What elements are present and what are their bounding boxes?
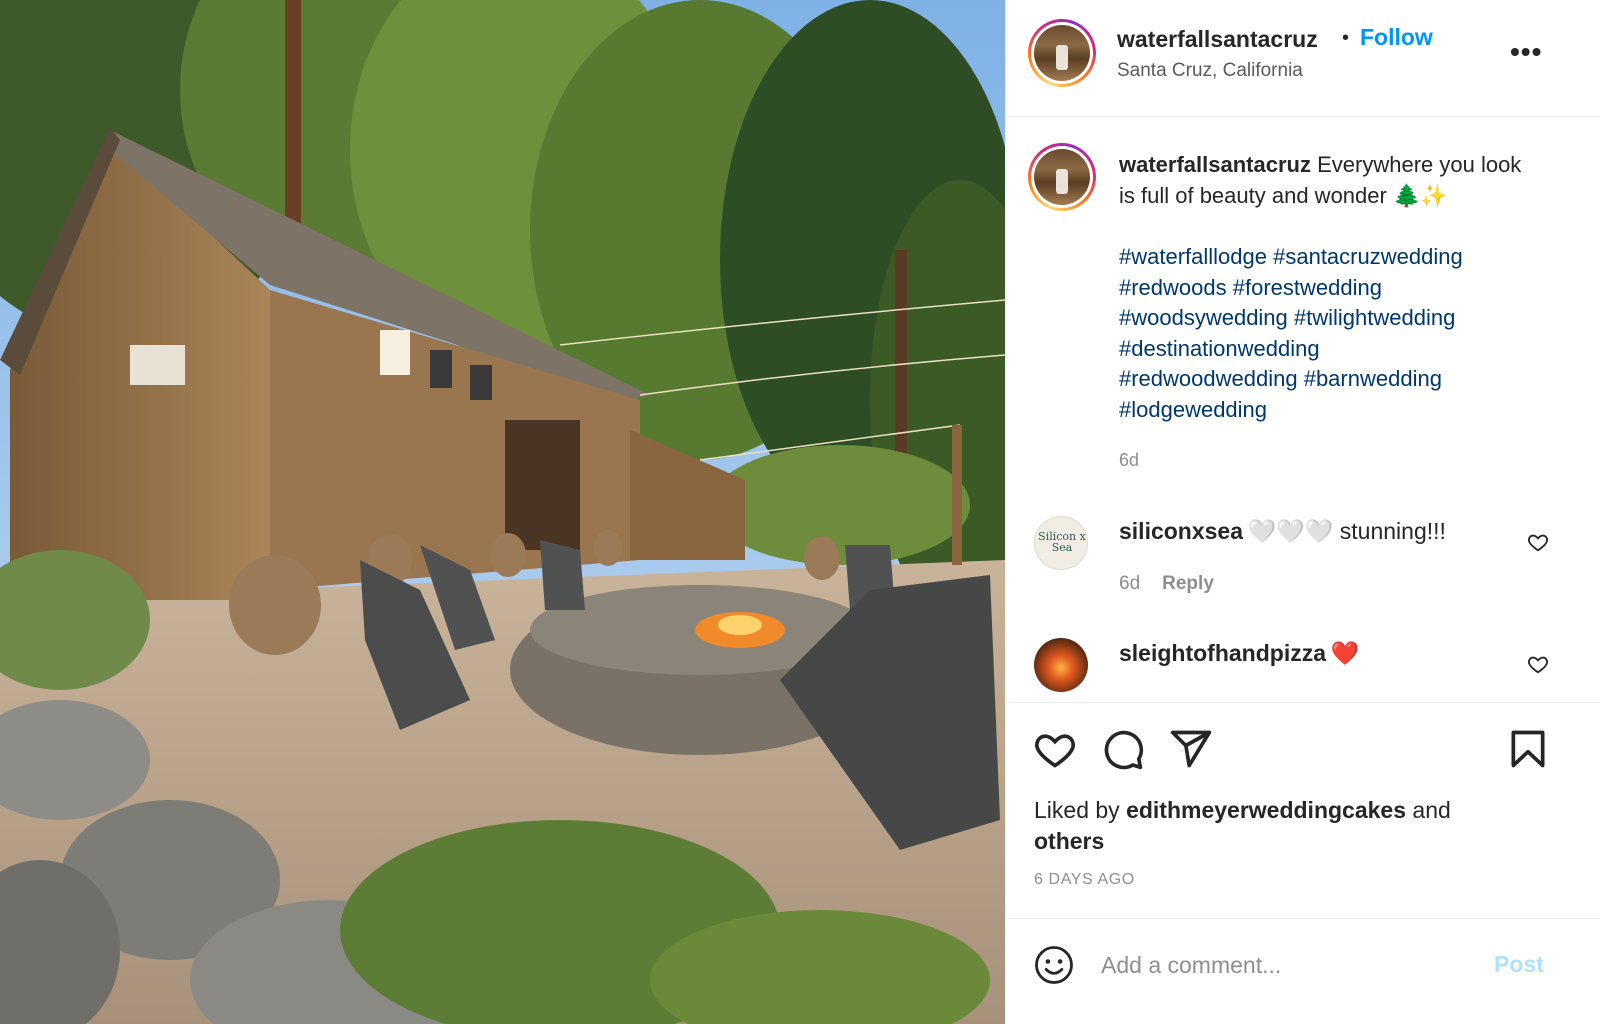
liked-username[interactable]: edithmeyerweddingcakes [1126,797,1406,823]
comment-item: sleightofhandpizza ❤️ [1119,640,1359,667]
heart-icon[interactable] [1033,727,1077,771]
hashtag-link[interactable]: #destinationwedding [1119,336,1320,361]
likes-summary: Liked by edithmeyerweddingcakes and othe… [1034,795,1554,857]
header-username[interactable]: waterfallsantacruz [1117,26,1318,53]
comment-icon[interactable] [1101,727,1145,771]
action-bar: Liked by edithmeyerweddingcakes and othe… [1006,702,1600,918]
hashtag-list: #waterfalllodge #santacruzwedding #redwo… [1119,242,1549,425]
post-date[interactable]: 6 DAYS AGO [1034,871,1135,889]
liked-others[interactable]: others [1034,828,1104,854]
heart-icon[interactable] [1527,653,1549,675]
separator-dot: • [1342,27,1350,49]
hashtag-link[interactable]: #redwoodwedding [1119,366,1298,391]
comment-timestamp[interactable]: 6d [1119,573,1140,594]
hashtag-link[interactable]: #forestwedding [1233,275,1382,300]
post-caption: waterfallsantacruz Everywhere you look i… [1119,150,1539,211]
avatar-image [1034,149,1090,205]
avatar-image [1034,25,1090,81]
hashtag-link[interactable]: #waterfalllodge [1119,244,1267,269]
avatar-logo-text: Silicon x Sea [1038,530,1086,554]
post-photo[interactable] [0,0,1005,1024]
heart-icon[interactable] [1527,531,1549,553]
comment-item: siliconxsea 🤍🤍🤍 stunning!!! [1119,518,1446,545]
comment-meta: 6d Reply [1119,573,1214,595]
more-icon[interactable]: ••• [1510,38,1542,66]
comment-input[interactable] [1101,947,1471,983]
emoji-icon[interactable] [1033,944,1075,986]
follow-button[interactable]: Follow [1360,24,1433,51]
caption-timestamp[interactable]: 6d [1119,450,1139,471]
liked-and: and [1412,797,1451,823]
caption-username[interactable]: waterfallsantacruz [1119,152,1311,177]
location-link[interactable]: Santa Cruz, California [1117,60,1303,82]
hashtag-link[interactable]: #twilightwedding [1294,305,1455,330]
liked-prefix: Liked by [1034,797,1120,823]
hashtag-link[interactable]: #woodsywedding [1119,305,1288,330]
comment-text: ❤️ [1330,640,1360,666]
reply-button[interactable]: Reply [1162,573,1214,594]
comment-username[interactable]: siliconxsea [1119,518,1243,544]
comment-username[interactable]: sleightofhandpizza [1119,640,1326,666]
commenter-avatar[interactable]: Silicon x Sea [1034,516,1088,570]
post-header: waterfallsantacruz • Follow Santa Cruz, … [1006,0,1600,117]
caption-avatar[interactable] [1028,143,1096,211]
hashtag-link[interactable]: #santacruzwedding [1273,244,1463,269]
commenter-avatar[interactable] [1034,638,1088,692]
post-sidebar: waterfallsantacruz • Follow Santa Cruz, … [1005,0,1600,1024]
photo-scene [0,0,1005,1024]
comment-text: 🤍🤍🤍 stunning!!! [1247,518,1446,544]
hashtag-link[interactable]: #redwoods [1119,275,1227,300]
hashtag-link[interactable]: #barnwedding [1304,366,1442,391]
bookmark-icon[interactable] [1506,727,1550,771]
hashtag-link[interactable]: #lodgewedding [1119,397,1267,422]
comment-composer: Post [1006,918,1600,1024]
profile-avatar[interactable] [1028,19,1096,87]
post-button[interactable]: Post [1494,951,1544,978]
share-icon[interactable] [1169,727,1213,771]
